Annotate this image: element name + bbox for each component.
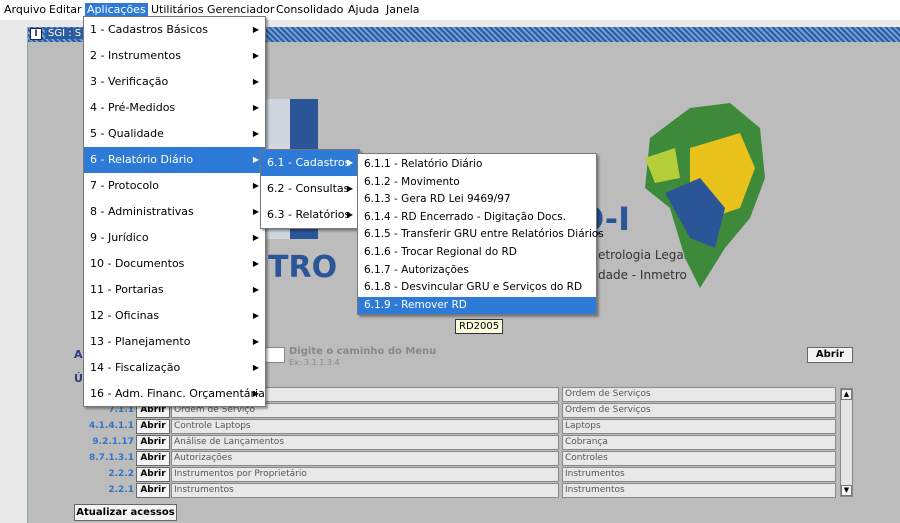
row-open-button[interactable]: Abrir — [136, 483, 170, 498]
menu-item-fiscalizacao[interactable]: 14 - Fiscalização ▶ — [84, 355, 265, 381]
menu-item-relatorio-diario[interactable]: 6 - Relatório Diário ▶ — [84, 147, 265, 173]
submenu-arrow-icon: ▶ — [252, 337, 259, 346]
row-group: Laptops — [562, 419, 836, 434]
menu-utilitarios[interactable]: Utilitários — [151, 3, 204, 16]
app-icon: I — [30, 28, 42, 40]
menu-ajuda[interactable]: Ajuda — [348, 3, 379, 16]
menu-item-verificacao[interactable]: 3 - Verificação ▶ — [84, 69, 265, 95]
submenu-arrow-icon: ▶ — [252, 285, 259, 294]
submenu-arrow-icon: ▶ — [346, 184, 353, 193]
row-name: Instrumentos — [171, 483, 559, 498]
menu-item-protocolo[interactable]: 7 - Protocolo ▶ — [84, 173, 265, 199]
tooltip: RD2005 — [455, 319, 504, 334]
cadastros-submenu: 6.1.1 - Relatório Diário 6.1.2 - Movimen… — [357, 153, 604, 315]
row-code: 2.2.2 — [108, 469, 134, 479]
menu-item-qualidade[interactable]: 5 - Qualidade ▶ — [84, 121, 265, 147]
row-open-button[interactable]: Abrir — [136, 419, 170, 434]
menu-item-oficinas[interactable]: 12 - Oficinas ▶ — [84, 303, 265, 329]
table-row: 2.2.1 Abrir Instrumentos Instrumentos — [74, 483, 854, 499]
menu-gerenciador[interactable]: Gerenciador — [207, 3, 274, 16]
row-name: Instrumentos por Proprietário — [171, 467, 559, 482]
table-row: 8.7.1.3.1 Abrir Autorizações Controles — [74, 451, 854, 467]
list-scrollbar[interactable]: ▲ ▼ — [840, 388, 853, 497]
submenu-arrow-icon: ▶ — [252, 181, 259, 190]
menu-item-juridico[interactable]: 9 - Jurídico ▶ — [84, 225, 265, 251]
brazil-map-logo — [645, 103, 765, 288]
menu-item-6-1-8[interactable]: 6.1.8 - Desvincular GRU e Serviços do RD — [358, 279, 596, 297]
menu-item-pre-medidos[interactable]: 4 - Pré-Medidos ▶ — [84, 95, 265, 121]
menu-item-cadastros[interactable]: 6.1 - Cadastros ▶ — [261, 150, 359, 176]
submenu-arrow-icon: ▶ — [346, 210, 353, 219]
row-group: Cobrança — [562, 435, 836, 450]
submenu-arrow-icon: ▶ — [252, 311, 259, 320]
window-title: SGI : S — [45, 28, 85, 39]
menu-item-adm-financ[interactable]: 16 - Adm. Financ. Orçamentária ▶ — [84, 381, 265, 407]
row-group: Instrumentos — [562, 467, 836, 482]
path-example: Ex: 3.1.1.3.4 — [289, 358, 340, 367]
row-name: Controle Laptops — [171, 419, 559, 434]
menu-item-6-1-7[interactable]: 6.1.7 - Autorizações — [358, 262, 596, 280]
menu-item-relatorios[interactable]: 6.3 - Relatórios ▶ — [261, 202, 359, 228]
menu-item-cadastros-basicos[interactable]: 1 - Cadastros Básicos ▶ — [84, 17, 265, 43]
menu-item-6-1-9[interactable]: 6.1.9 - Remover RD — [358, 296, 596, 315]
menu-item-6-1-5[interactable]: 6.1.5 - Transferir GRU entre Relatórios … — [358, 226, 604, 244]
row-name: Análise de Lançamentos — [171, 435, 559, 450]
menu-item-planejamento[interactable]: 13 - Planejamento ▶ — [84, 329, 265, 355]
aplicacoes-menu: 1 - Cadastros Básicos ▶ 2 - Instrumentos ▶… — [83, 16, 266, 407]
table-row: 9.2.1.17 Abrir Análise de Lançamentos Co… — [74, 435, 854, 451]
menu-item-6-1-4[interactable]: 6.1.4 - RD Encerrado - Digitação Docs. — [358, 209, 596, 227]
menu-editar[interactable]: Editar — [49, 3, 82, 16]
row-code: 9.2.1.17 — [92, 437, 134, 447]
table-row: 4.1.4.1.1 Abrir Controle Laptops Laptops — [74, 419, 854, 435]
open-path-button[interactable]: Abrir — [807, 347, 853, 363]
menu-item-6-1-6[interactable]: 6.1.6 - Trocar Regional do RD — [358, 244, 596, 262]
submenu-arrow-icon: ▶ — [252, 51, 259, 60]
menu-item-6-1-1[interactable]: 6.1.1 - Relatório Diário — [358, 156, 596, 174]
row-open-button[interactable]: Abrir — [136, 435, 170, 450]
row-group: Ordem de Serviços — [562, 403, 836, 418]
row-code: 2.2.1 — [108, 485, 134, 495]
path-hint: Digite o caminho do Menu — [289, 346, 437, 357]
submenu-arrow-icon: ▶ — [346, 158, 353, 167]
update-access-button[interactable]: Atualizar acessos — [74, 504, 177, 521]
menu-janela[interactable]: Janela — [386, 3, 420, 16]
scroll-up-icon[interactable]: ▲ — [841, 389, 852, 400]
menu-item-consultas[interactable]: 6.2 - Consultas ▶ — [261, 176, 359, 202]
submenu-arrow-icon: ▶ — [252, 207, 259, 216]
submenu-arrow-icon: ▶ — [252, 103, 259, 112]
submenu-arrow-icon: ▶ — [252, 25, 259, 34]
row-open-button[interactable]: Abrir — [136, 467, 170, 482]
menu-arquivo[interactable]: Arquivo — [4, 3, 46, 16]
menu-item-6-1-3[interactable]: 6.1.3 - Gera RD Lei 9469/97 — [358, 191, 596, 209]
scroll-down-icon[interactable]: ▼ — [841, 485, 852, 496]
row-group: Controles — [562, 451, 836, 466]
row-name: Autorizações — [171, 451, 559, 466]
submenu-arrow-icon: ▶ — [252, 389, 259, 398]
menu-item-portarias[interactable]: 11 - Portarias ▶ — [84, 277, 265, 303]
menu-path-input[interactable] — [265, 347, 285, 363]
menu-consolidado[interactable]: Consolidado — [276, 3, 343, 16]
submenu-arrow-icon: ▶ — [252, 77, 259, 86]
logo-text-tro: TRO — [268, 250, 338, 285]
menu-item-6-1-2[interactable]: 6.1.2 - Movimento — [358, 174, 596, 192]
menu-item-documentos[interactable]: 10 - Documentos ▶ — [84, 251, 265, 277]
submenu-arrow-icon: ▶ — [252, 155, 259, 164]
submenu-arrow-icon: ▶ — [252, 259, 259, 268]
relatorio-diario-submenu: 6.1 - Cadastros ▶ 6.2 - Consultas ▶ 6.3 - … — [260, 149, 360, 229]
row-group: Instrumentos — [562, 483, 836, 498]
row-open-button[interactable]: Abrir — [136, 451, 170, 466]
row-code: 8.7.1.3.1 — [89, 453, 134, 463]
row-group: Ordem de Serviços — [562, 387, 836, 402]
submenu-arrow-icon: ▶ — [252, 129, 259, 138]
submenu-arrow-icon: ▶ — [252, 233, 259, 242]
menu-item-instrumentos[interactable]: 2 - Instrumentos ▶ — [84, 43, 265, 69]
menu-aplicacoes[interactable]: Aplicações — [85, 3, 148, 16]
menu-item-administrativas[interactable]: 8 - Administrativas ▶ — [84, 199, 265, 225]
row-code: 4.1.4.1.1 — [89, 421, 134, 431]
submenu-arrow-icon: ▶ — [252, 363, 259, 372]
table-row: 2.2.2 Abrir Instrumentos por Proprietári… — [74, 467, 854, 483]
